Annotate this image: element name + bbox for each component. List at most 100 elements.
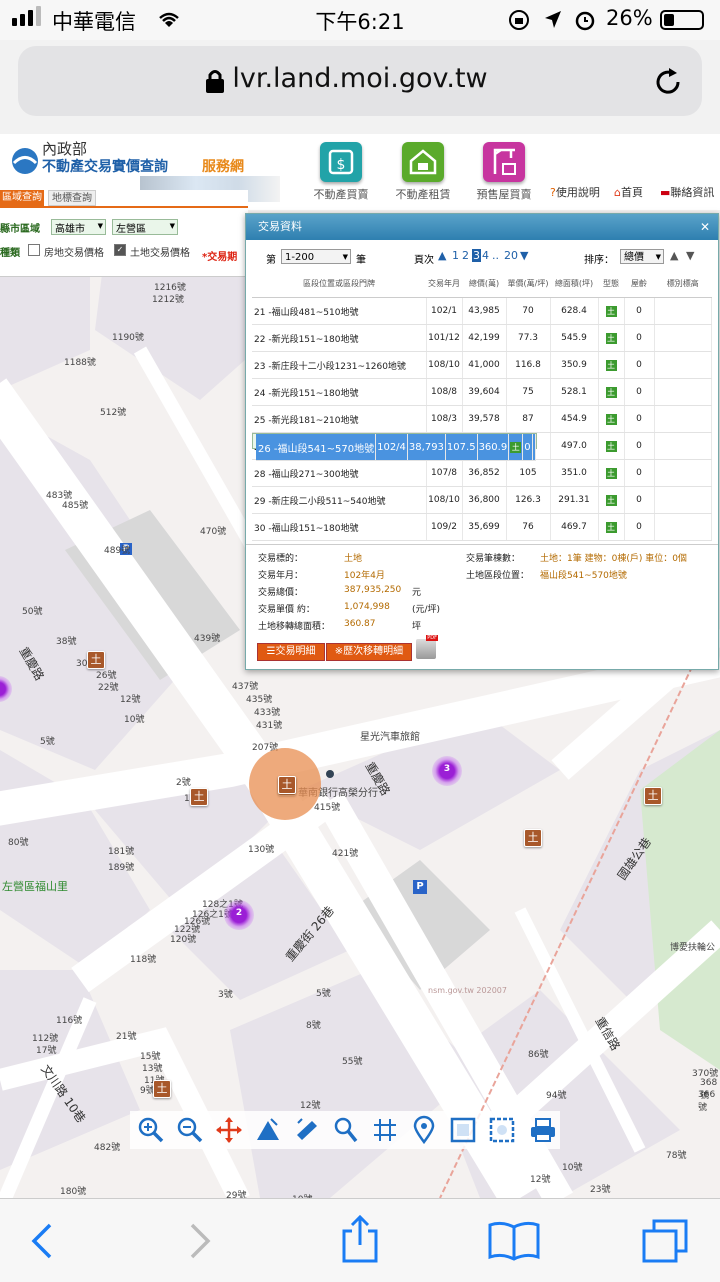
range-prefix: 第 xyxy=(266,255,276,266)
locate-search-icon[interactable] xyxy=(331,1115,361,1145)
prev-page-icon[interactable]: ▲ xyxy=(438,249,446,262)
nav-sale-label[interactable]: 不動產買賣 xyxy=(296,186,386,202)
detail-total-label: 交易總價： xyxy=(258,588,304,598)
battery-icon xyxy=(660,10,704,30)
nav-rent-label[interactable]: 不動產租賃 xyxy=(378,186,468,202)
zoom-out-icon[interactable] xyxy=(175,1115,205,1145)
transaction-marker[interactable]: 土 xyxy=(87,651,105,669)
cell-level xyxy=(654,297,712,325)
address-bar[interactable]: lvr.land.moi.gov.tw xyxy=(18,46,702,116)
house-price-checkbox[interactable] xyxy=(28,244,40,256)
cell-date: 107/8 xyxy=(426,459,463,487)
table-row[interactable]: 25 -新光段181~210地號 108/3 39,578 87 454.9 土 0 xyxy=(252,405,712,433)
cell-date: 108/8 xyxy=(426,378,463,406)
table-row[interactable]: 29 -新庄段二小段511~540地號 108/10 36,800 126.3 291.… xyxy=(252,486,712,514)
nav-presale-button[interactable] xyxy=(483,142,525,182)
cluster-count: 3 xyxy=(443,764,451,774)
tab-landmark-search[interactable]: 地標查詢 xyxy=(48,190,96,206)
row-location: -新光段151~180地號 xyxy=(268,334,359,345)
page-link[interactable]: 20 xyxy=(504,249,518,262)
back-icon[interactable] xyxy=(26,1221,56,1261)
transaction-marker[interactable]: 土 xyxy=(190,788,208,806)
table-row[interactable]: 28 -福山段271~300地號 107/8 36,852 105 351.0 土 0 xyxy=(252,459,712,487)
share-icon[interactable] xyxy=(338,1213,382,1265)
district-select[interactable]: 左營區 ▼ xyxy=(112,219,178,235)
col-date[interactable]: 交易年月 xyxy=(426,269,462,298)
house-number-label: 439號 xyxy=(194,634,221,644)
zoom-in-icon[interactable] xyxy=(136,1115,166,1145)
page-link[interactable]: 4 xyxy=(482,249,489,262)
range-suffix: 筆 xyxy=(356,255,366,266)
house-number-label: 12號 xyxy=(530,1175,551,1185)
selected-transaction-marker[interactable]: 土 xyxy=(278,776,296,794)
county-select[interactable]: 高雄市 ▼ xyxy=(51,219,106,235)
measure-distance-icon[interactable] xyxy=(292,1115,322,1145)
bookmarks-icon[interactable] xyxy=(486,1219,542,1263)
cluster-marker[interactable]: 3 xyxy=(432,756,462,786)
next-page-icon[interactable]: ▼ xyxy=(520,249,528,262)
cell-type: 土 xyxy=(598,459,625,487)
tab-area-search[interactable]: 區域查詢 xyxy=(0,190,44,206)
nav-presale-label[interactable]: 預售屋買賣 xyxy=(459,186,549,202)
table-row[interactable]: 22 -新光段151~180地號 101/12 42,199 77.3 545.9 土 0 xyxy=(252,324,712,352)
col-unit[interactable]: 單價(萬/坪) xyxy=(506,269,550,298)
detail-unit-label: 交易單價 約： xyxy=(258,605,315,615)
land-type-icon: 土 xyxy=(510,441,522,453)
table-row[interactable]: 21 -福山段481~510地號 102/1 43,985 70 628.4 土 0 xyxy=(252,297,712,325)
range-select[interactable]: 1-200 ▼ xyxy=(281,249,351,264)
sort-asc-icon[interactable]: ▲ xyxy=(670,249,678,262)
table-row[interactable]: 30 -福山段151~180地號 109/2 35,699 76 469.7 土 0 xyxy=(252,513,712,541)
page-link[interactable]: 2 xyxy=(462,249,469,262)
full-extent-icon[interactable] xyxy=(487,1115,517,1145)
house-number-label: 21號 xyxy=(116,1032,137,1042)
house-number-label: 435號 xyxy=(246,695,273,705)
table-row[interactable]: 26 -福山段541~570地號 102/4 38,793 107.5 360.9 土 0 xyxy=(252,433,537,461)
house-number-label: 180號 xyxy=(60,1187,87,1197)
map-frame-icon[interactable] xyxy=(448,1115,478,1145)
transaction-marker[interactable]: 土 xyxy=(153,1080,171,1098)
house-number-label: 482號 xyxy=(94,1143,121,1153)
cell-total: 35,699 xyxy=(462,513,507,541)
cluster-marker[interactable]: 2 xyxy=(224,900,254,930)
print-icon[interactable] xyxy=(528,1115,558,1145)
cell-area: 528.1 xyxy=(550,378,599,406)
detail-count-label: 交易筆棟數： xyxy=(466,554,521,564)
transaction-marker[interactable]: 土 xyxy=(644,787,662,805)
forward-icon[interactable] xyxy=(186,1221,216,1261)
sort-select[interactable]: 總價 ▼ xyxy=(620,249,664,264)
table-row[interactable]: 24 -新光段151~180地號 108/8 39,604 75 528.1 土 0 xyxy=(252,378,712,406)
link-home[interactable]: ⌂首頁 xyxy=(614,184,643,200)
land-price-checkbox[interactable]: ✓ xyxy=(114,244,126,256)
pan-icon[interactable] xyxy=(214,1115,244,1145)
cell-area: 469.7 xyxy=(550,513,599,541)
link-help[interactable]: ?使用說明 xyxy=(550,184,600,200)
road-icon[interactable] xyxy=(370,1115,400,1145)
reload-icon[interactable] xyxy=(652,66,684,98)
row-location: -福山段481~510地號 xyxy=(268,307,359,318)
cell-total: 41,000 xyxy=(462,351,507,379)
land-type-icon: 土 xyxy=(605,305,617,317)
transfer-history-button[interactable]: ※歷次移轉明細 xyxy=(326,643,412,661)
transaction-marker[interactable]: 土 xyxy=(524,829,542,847)
col-total[interactable]: 總價(萬) xyxy=(462,269,506,298)
house-number-label: 94號 xyxy=(546,1091,567,1101)
tabs-icon[interactable] xyxy=(640,1217,690,1265)
transaction-detail-button[interactable]: ☰交易明細 xyxy=(257,643,325,661)
page-link-current[interactable]: 3 xyxy=(472,249,481,262)
nav-sale-button[interactable]: $ xyxy=(320,142,362,182)
page-link[interactable]: 1 xyxy=(452,249,459,262)
col-area[interactable]: 總面積(坪) xyxy=(550,269,598,298)
house-number-label: 2號 xyxy=(176,778,191,788)
col-location[interactable]: 區段位置或區段門牌 xyxy=(252,269,426,298)
cell-level xyxy=(654,433,712,460)
sort-desc-icon[interactable]: ▼ xyxy=(686,249,694,262)
place-label: 左營區福山里 xyxy=(2,880,68,893)
table-row[interactable]: 23 -新庄段十二小段1231~1260地號 108/10 41,000 116.8 3… xyxy=(252,351,712,379)
link-contact[interactable]: ▬聯絡資訊 xyxy=(660,184,714,200)
print-pdf-icon[interactable]: PDF xyxy=(416,635,438,659)
close-icon[interactable]: ✕ xyxy=(700,214,710,240)
location-marker-icon[interactable] xyxy=(409,1115,439,1145)
row-number: 30 xyxy=(254,523,266,534)
measure-area-icon[interactable] xyxy=(253,1115,283,1145)
nav-rent-button[interactable] xyxy=(402,142,444,182)
